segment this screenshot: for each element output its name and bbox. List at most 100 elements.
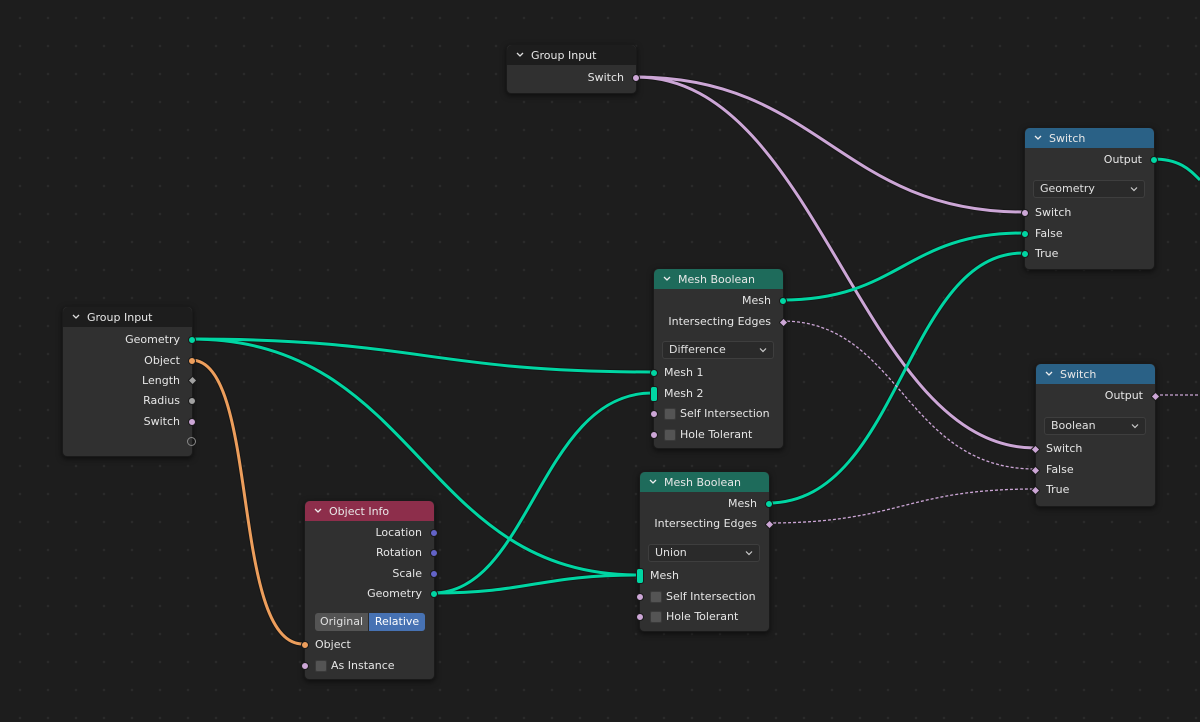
transform-space-toggle[interactable]: Original Relative — [315, 613, 425, 631]
output-mesh: Mesh — [742, 294, 771, 307]
node-title: Mesh Boolean — [678, 272, 755, 286]
boolean-socket[interactable] — [650, 431, 658, 439]
chevron-down-icon[interactable] — [648, 477, 658, 487]
output-location: Location — [375, 526, 422, 539]
object-info-node[interactable]: Object Info Location Rotation Scale Geom… — [301, 500, 438, 680]
type-dropdown[interactable]: Boolean — [1044, 417, 1146, 435]
geometry-socket[interactable] — [430, 590, 438, 598]
operation-dropdown[interactable]: Union — [648, 544, 760, 562]
geometry-socket[interactable] — [1021, 230, 1029, 238]
chevron-down-icon[interactable] — [71, 312, 81, 322]
geometry-socket[interactable] — [765, 500, 773, 508]
switch-geometry-node[interactable]: Switch Output Geometry Switch False True — [1021, 127, 1158, 270]
input-hole-tolerant: Hole Tolerant — [666, 610, 739, 623]
output-intersecting-edges: Intersecting Edges — [668, 315, 771, 328]
output-output: Output — [1104, 389, 1143, 402]
mesh-boolean-difference-node[interactable]: Mesh Boolean Mesh Intersecting Edges Dif… — [650, 268, 789, 449]
chevron-down-icon[interactable] — [1033, 133, 1043, 143]
node-header[interactable]: Switch — [1036, 364, 1155, 384]
node-title: Switch — [1060, 367, 1097, 381]
input-true: True — [1046, 483, 1070, 496]
boolean-socket[interactable] — [636, 593, 644, 601]
switch-boolean-node[interactable]: Switch Output Boolean Switch False True — [1030, 363, 1161, 507]
geometry-socket[interactable] — [650, 369, 658, 377]
chevron-down-icon — [759, 348, 767, 353]
link-info-geometry-to-mesh2 — [432, 391, 653, 595]
multi-input-socket[interactable] — [650, 386, 658, 402]
chevron-down-icon[interactable] — [1044, 369, 1054, 379]
node-header[interactable]: Switch — [1025, 128, 1154, 148]
link-output-offscreen — [1152, 157, 1200, 182]
chevron-down-icon[interactable] — [515, 50, 525, 60]
input-hole-tolerant: Hole Tolerant — [680, 428, 753, 441]
input-false: False — [1046, 463, 1074, 476]
object-socket[interactable] — [188, 357, 196, 365]
input-mesh: Mesh — [650, 569, 679, 582]
node-header[interactable]: Group Input — [63, 307, 192, 327]
node-title: Group Input — [87, 310, 153, 324]
output-radius: Radius — [143, 394, 180, 407]
boolean-socket[interactable] — [1021, 209, 1029, 217]
chevron-down-icon — [1130, 187, 1138, 192]
node-header[interactable]: Mesh Boolean — [640, 472, 769, 492]
operation-value: Union — [655, 546, 687, 559]
vector-socket[interactable] — [430, 570, 438, 578]
multi-input-socket[interactable] — [636, 568, 644, 584]
output-output: Output — [1103, 153, 1142, 166]
output-rotation: Rotation — [375, 546, 422, 559]
node-header[interactable]: Mesh Boolean — [654, 269, 783, 289]
chevron-down-icon — [1131, 424, 1139, 429]
group-input-left-node[interactable]: Group Input Geometry Object Length Radiu… — [62, 306, 198, 457]
type-dropdown[interactable]: Geometry — [1033, 180, 1145, 198]
vector-socket[interactable] — [430, 549, 438, 557]
type-value: Geometry — [1040, 182, 1095, 195]
boolean-socket[interactable] — [301, 662, 309, 670]
group-input-top-node[interactable]: Group Input Switch — [506, 44, 640, 94]
output-switch: Switch — [587, 71, 624, 84]
geometry-socket[interactable] — [779, 297, 787, 305]
node-title: Mesh Boolean — [664, 475, 741, 489]
link-info-geometry-to-union-mesh — [432, 573, 639, 595]
operation-dropdown[interactable]: Difference — [662, 341, 774, 359]
boolean-socket[interactable] — [188, 418, 196, 426]
node-title: Object Info — [329, 504, 390, 518]
output-mesh: Mesh — [728, 497, 757, 510]
link-switch-to-top-switch — [635, 75, 1024, 214]
output-length: Length — [142, 374, 180, 387]
node-header[interactable]: Group Input — [507, 45, 636, 65]
link-union-to-true — [767, 251, 1024, 505]
original-option[interactable]: Original — [315, 613, 369, 631]
boolean-socket[interactable] — [636, 613, 644, 621]
link-object-to-objectinfo — [190, 358, 304, 646]
link-edges1-to-false — [781, 320, 1036, 470]
mesh-boolean-union-node[interactable]: Mesh Boolean Mesh Intersecting Edges Uni… — [636, 471, 775, 632]
object-socket[interactable] — [301, 641, 309, 649]
input-true: True — [1035, 247, 1059, 260]
output-scale: Scale — [392, 567, 422, 580]
geometry-socket[interactable] — [1021, 250, 1029, 258]
output-geometry: Geometry — [125, 333, 180, 346]
output-geometry: Geometry — [367, 587, 422, 600]
link-difference-to-false — [781, 231, 1024, 302]
input-false: False — [1035, 227, 1063, 240]
output-switch: Switch — [143, 415, 180, 428]
chevron-down-icon[interactable] — [662, 274, 672, 284]
type-value: Boolean — [1051, 419, 1096, 432]
boolean-socket[interactable] — [632, 74, 640, 82]
boolean-socket[interactable] — [650, 410, 658, 418]
geometry-socket[interactable] — [188, 336, 196, 344]
input-switch: Switch — [1035, 206, 1072, 219]
input-as-instance: As Instance — [331, 659, 395, 672]
chevron-down-icon — [745, 551, 753, 556]
geometry-socket[interactable] — [1150, 156, 1158, 164]
node-header[interactable]: Object Info — [305, 501, 434, 521]
node-title: Switch — [1049, 131, 1086, 145]
vector-socket[interactable] — [430, 529, 438, 537]
empty-socket[interactable] — [187, 437, 196, 446]
input-switch: Switch — [1046, 442, 1083, 455]
float-socket[interactable] — [188, 397, 196, 405]
output-object: Object — [144, 354, 180, 367]
relative-option[interactable]: Relative — [369, 613, 425, 631]
input-self-intersection: Self Intersection — [680, 407, 770, 420]
chevron-down-icon[interactable] — [313, 506, 323, 516]
